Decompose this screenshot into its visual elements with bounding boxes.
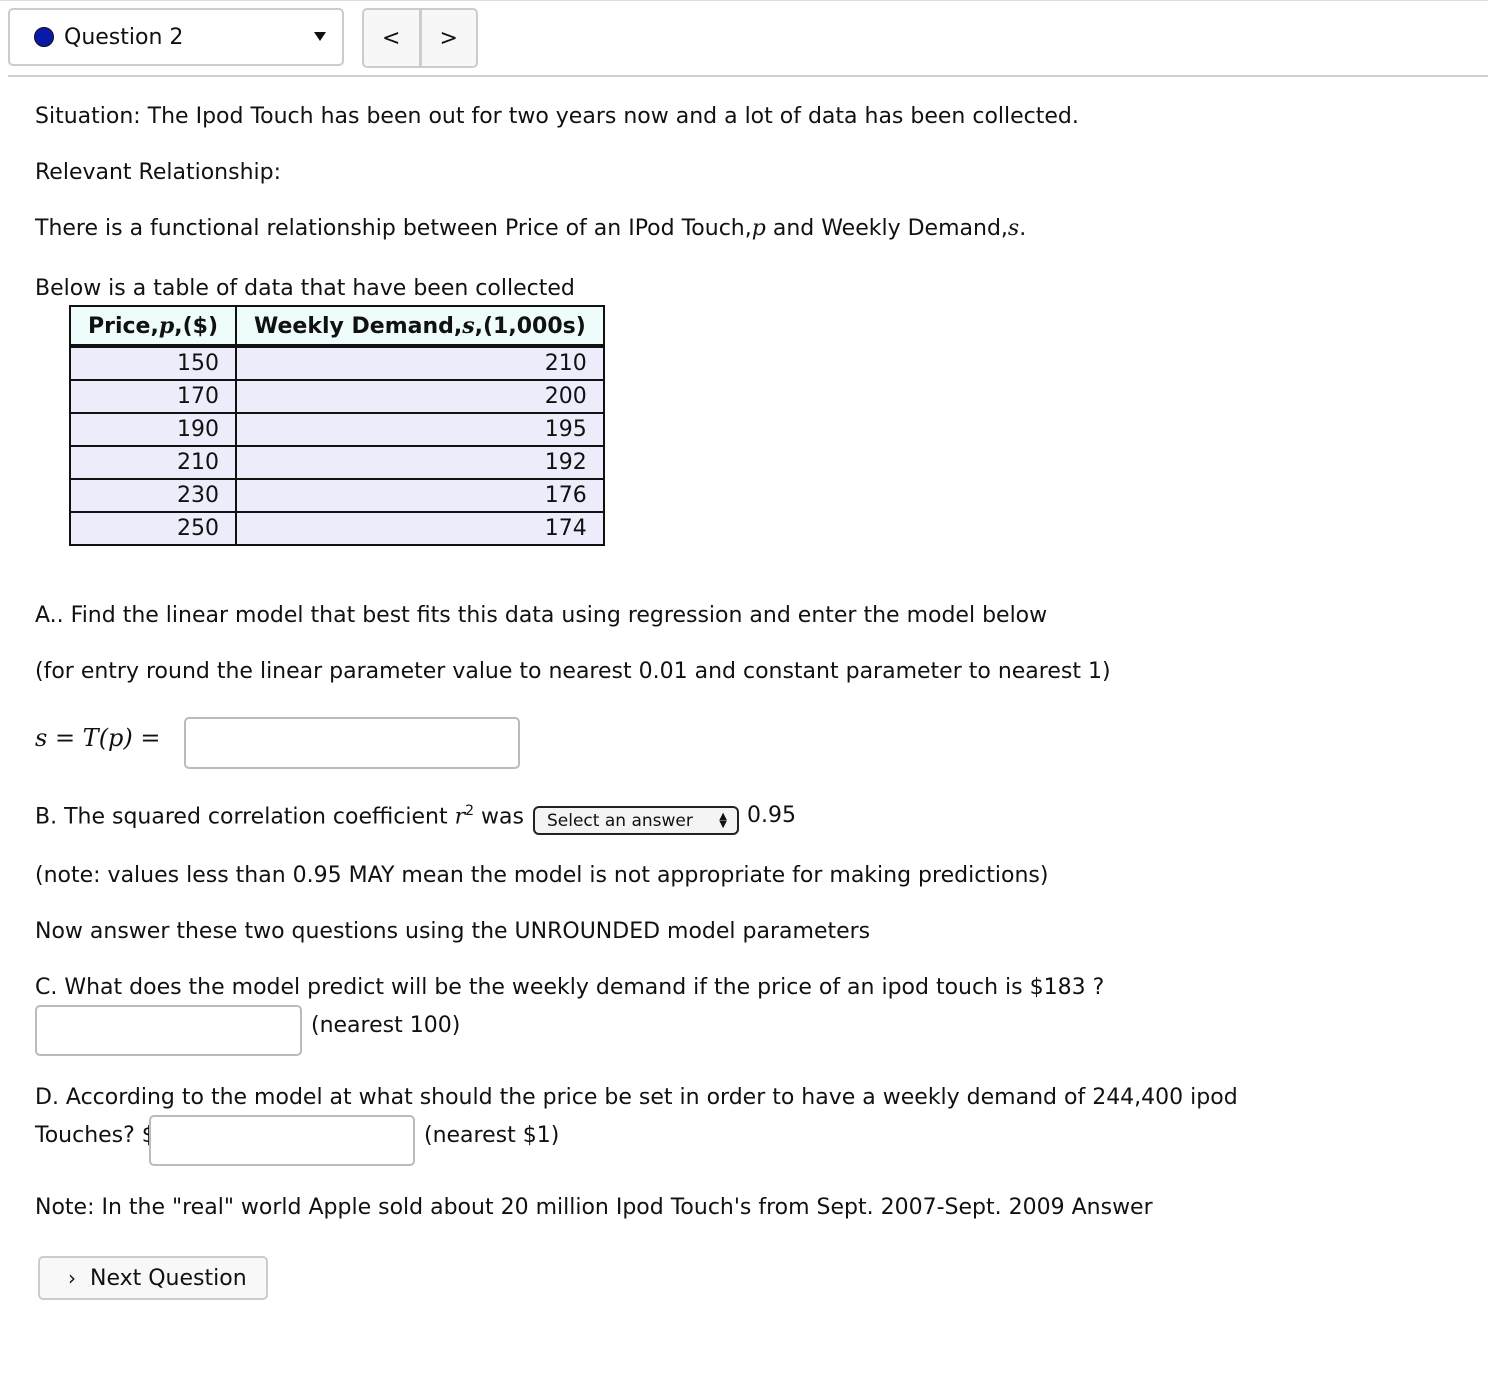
table-row: 170 200: [68, 379, 605, 414]
demand-cell: 174: [235, 511, 605, 546]
price-cell: 210: [68, 445, 238, 480]
question-status-icon: [34, 27, 54, 47]
demand-cell: 210: [235, 345, 605, 381]
demand-cell: 192: [235, 445, 605, 480]
table-row: 230 176: [68, 478, 605, 513]
price-cell: 230: [68, 478, 238, 513]
part-b-note: (note: values less than 0.95 MAY mean th…: [35, 863, 1049, 888]
part-d-prompt: D. According to the model at what should…: [35, 1085, 1238, 1110]
next-question-button[interactable]: › Next Question: [38, 1256, 268, 1300]
part-c-input[interactable]: [35, 1005, 302, 1056]
demand-cell: 195: [235, 412, 605, 447]
data-table: Price,p,($) Weekly Demand,s,(1,000s) 150…: [68, 305, 605, 546]
model-input[interactable]: [184, 717, 520, 769]
question-selector[interactable]: Question 2: [8, 8, 344, 66]
part-c-unit: (nearest 100): [311, 1013, 461, 1038]
demand-cell: 176: [235, 478, 605, 513]
comparison-select[interactable]: Select an answer ▲ ▼: [533, 806, 739, 835]
chevron-left-icon: <: [382, 25, 401, 51]
header-price: Price,p,($): [68, 305, 238, 348]
relevant-heading: Relevant Relationship:: [35, 160, 282, 185]
select-arrows-icon: ▲ ▼: [719, 811, 727, 830]
table-header-row: Price,p,($) Weekly Demand,s,(1,000s): [68, 305, 605, 348]
table-row: 150 210: [68, 345, 605, 381]
unrounded-note: Now answer these two questions using the…: [35, 919, 871, 944]
var-p: p: [751, 216, 766, 241]
price-cell: 250: [68, 511, 238, 546]
part-b-value: 0.95: [747, 803, 796, 828]
caret-down-icon: [314, 32, 326, 41]
price-cell: 190: [68, 412, 238, 447]
header-demand: Weekly Demand,s,(1,000s): [235, 305, 605, 348]
var-s: s: [1007, 216, 1020, 241]
top-divider: [0, 0, 1488, 1]
demand-cell: 200: [235, 379, 605, 414]
price-cell: 170: [68, 379, 238, 414]
var-r: r: [454, 804, 466, 830]
table-row: 190 195: [68, 412, 605, 447]
table-row: 210 192: [68, 445, 605, 480]
part-d-input[interactable]: [149, 1115, 415, 1166]
chevron-right-icon: ›: [68, 1266, 76, 1290]
question-nav: < >: [362, 8, 478, 68]
part-d-unit: (nearest $1): [424, 1123, 560, 1148]
header-divider: [8, 75, 1488, 77]
situation-text: Situation: The Ipod Touch has been out f…: [35, 104, 1079, 129]
table-caption: Below is a table of data that have been …: [35, 276, 575, 301]
chevron-right-icon: >: [439, 25, 458, 51]
previous-question-button[interactable]: <: [364, 10, 422, 66]
next-question-nav-button[interactable]: >: [422, 10, 477, 66]
next-question-label: Next Question: [90, 1265, 247, 1291]
relationship-text: There is a functional relationship betwe…: [35, 216, 1027, 241]
part-a-prompt: A.. Find the linear model that best fits…: [35, 603, 1048, 628]
part-b-prompt: B. The squared correlation coefficient r…: [35, 803, 524, 830]
table-row: 250 174: [68, 511, 605, 546]
final-note: Note: In the "real" world Apple sold abo…: [35, 1195, 1153, 1220]
price-cell: 150: [68, 345, 238, 381]
part-d-line2: Touches? $: [35, 1123, 156, 1148]
part-a-note: (for entry round the linear parameter va…: [35, 659, 1111, 684]
model-label: s = T(p) =: [35, 724, 161, 752]
part-c-prompt: C. What does the model predict will be t…: [35, 975, 1105, 1000]
question-selector-label: Question 2: [64, 24, 184, 50]
